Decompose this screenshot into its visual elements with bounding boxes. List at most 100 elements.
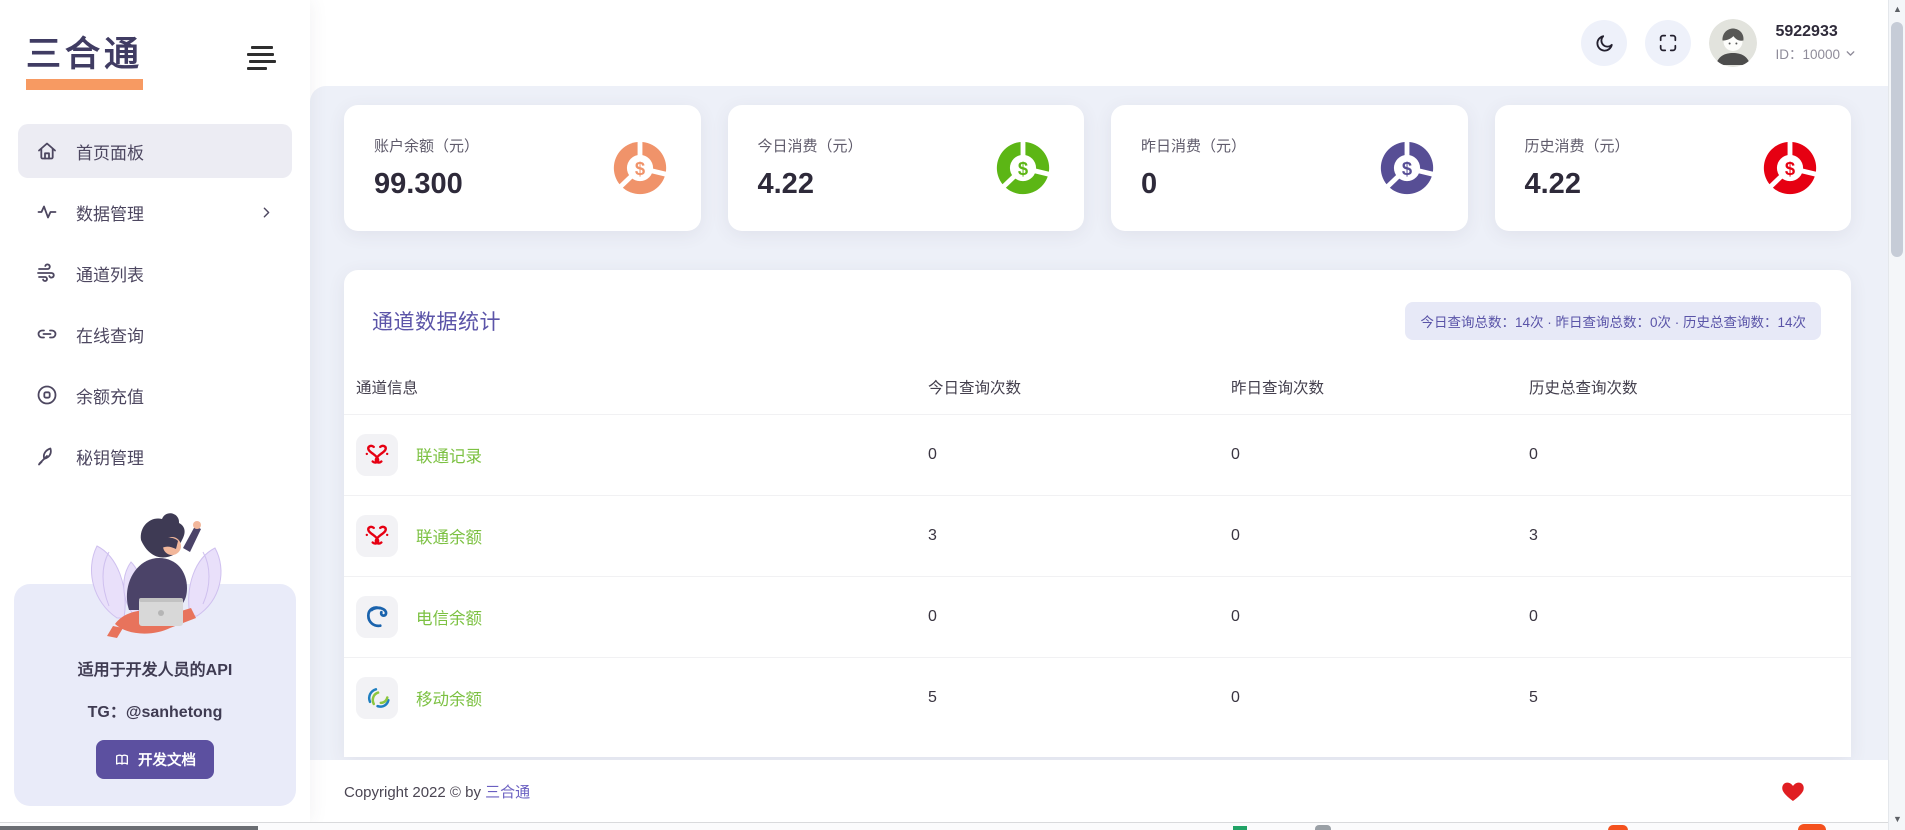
stat-cards-row: 账户余额（元） 99.300 $ 今日消费（元） 4.22 $ bbox=[344, 105, 1851, 231]
stat-card-label: 今日消费（元） bbox=[758, 135, 863, 156]
sidebar-item-key-management[interactable]: 秘钥管理 bbox=[18, 429, 292, 483]
stat-card-value: 0 bbox=[1141, 168, 1246, 201]
mobile-logo-icon bbox=[356, 677, 398, 719]
stat-card-yesterday-spend: 昨日消费（元） 0 $ bbox=[1111, 105, 1468, 231]
yesterday-count: 0 bbox=[1231, 689, 1529, 707]
sidebar-item-channel-list[interactable]: 通道列表 bbox=[18, 246, 292, 300]
stat-card-label: 历史消费（元） bbox=[1525, 135, 1630, 156]
total-count: 0 bbox=[1529, 608, 1851, 626]
panel-title: 通道数据统计 bbox=[372, 306, 501, 336]
chevron-right-icon bbox=[258, 204, 275, 221]
sidebar: 三合通 首页面板 数据管理 bbox=[0, 0, 310, 822]
footer-brand-link[interactable]: 三合通 bbox=[485, 784, 530, 801]
brand-logo[interactable]: 三合通 bbox=[26, 26, 143, 90]
sidebar-item-data-management[interactable]: 数据管理 bbox=[18, 185, 292, 239]
dev-docs-button-label: 开发文档 bbox=[138, 749, 196, 770]
sidebar-item-label: 首页面板 bbox=[76, 139, 144, 164]
donut-dollar-icon: $ bbox=[992, 137, 1054, 199]
stat-card-history-spend: 历史消费（元） 4.22 $ bbox=[1495, 105, 1852, 231]
today-count: 5 bbox=[928, 689, 1231, 707]
bottom-edge-strip bbox=[0, 822, 1888, 830]
table-row: 移动余额 5 0 5 bbox=[344, 657, 1851, 738]
copyright-text: Copyright 2022 © by 三合通 bbox=[344, 781, 530, 802]
sidebar-item-label: 秘钥管理 bbox=[76, 444, 144, 469]
promo-illustration bbox=[55, 506, 255, 656]
today-count: 0 bbox=[928, 608, 1231, 626]
stat-card-value: 4.22 bbox=[1525, 168, 1630, 201]
scroll-up-arrow[interactable]: ▲ bbox=[1889, 4, 1905, 14]
table-row: 联通记录 0 0 0 bbox=[344, 414, 1851, 495]
sidebar-item-label: 余额充值 bbox=[76, 383, 144, 408]
channel-link-mobile-balance[interactable]: 移动余额 bbox=[356, 677, 928, 719]
svg-text:$: $ bbox=[634, 158, 644, 179]
channel-name: 电信余额 bbox=[416, 605, 482, 629]
today-count: 3 bbox=[928, 527, 1231, 545]
donut-dollar-icon: $ bbox=[1376, 137, 1438, 199]
content-area: 账户余额（元） 99.300 $ 今日消费（元） 4.22 $ bbox=[310, 86, 1905, 760]
disc-icon bbox=[35, 383, 59, 407]
bottom-peek-green bbox=[1233, 826, 1247, 830]
stat-card-value: 4.22 bbox=[758, 168, 863, 201]
bottom-peek-orange bbox=[1608, 825, 1628, 830]
svg-text:$: $ bbox=[1785, 158, 1795, 179]
sidebar-item-balance-recharge[interactable]: 余额充值 bbox=[18, 368, 292, 422]
col-header-yesterday-count: 昨日查询次数 bbox=[1231, 376, 1529, 398]
user-avatar[interactable] bbox=[1709, 19, 1757, 67]
vertical-scrollbar[interactable]: ▲ ▼ bbox=[1888, 0, 1905, 830]
col-header-total-count: 历史总查询次数 bbox=[1529, 376, 1851, 398]
table-row: 电信余额 0 0 0 bbox=[344, 576, 1851, 657]
activity-icon bbox=[35, 200, 59, 224]
sidebar-item-label: 通道列表 bbox=[76, 261, 144, 286]
menu-toggle-icon[interactable] bbox=[243, 42, 280, 74]
channel-name: 移动余额 bbox=[416, 686, 482, 710]
scroll-down-arrow[interactable]: ▼ bbox=[1889, 814, 1905, 824]
channel-name: 联通记录 bbox=[416, 443, 482, 467]
col-header-today-count: 今日查询次数 bbox=[928, 376, 1231, 398]
feather-icon bbox=[35, 444, 59, 468]
channel-link-unicom-records[interactable]: 联通记录 bbox=[356, 434, 928, 476]
col-header-channel-info: 通道信息 bbox=[356, 376, 928, 398]
svg-text:$: $ bbox=[1018, 158, 1028, 179]
moon-icon bbox=[1593, 32, 1616, 55]
total-count: 0 bbox=[1529, 446, 1851, 464]
home-icon bbox=[35, 139, 59, 163]
svg-text:$: $ bbox=[1401, 158, 1411, 179]
fullscreen-icon bbox=[1657, 32, 1679, 54]
sidebar-nav: 首页面板 数据管理 通道列表 在线查 bbox=[0, 124, 310, 483]
username: 5922933 bbox=[1775, 23, 1857, 41]
unicom-logo-icon bbox=[356, 515, 398, 557]
unicom-logo-icon bbox=[356, 434, 398, 476]
scrollbar-thumb[interactable] bbox=[1891, 22, 1903, 257]
bottom-peek-orange bbox=[1798, 824, 1826, 830]
yesterday-count: 0 bbox=[1231, 527, 1529, 545]
stat-card-account-balance: 账户余额（元） 99.300 $ bbox=[344, 105, 701, 231]
donut-dollar-icon: $ bbox=[1759, 137, 1821, 199]
user-menu[interactable]: 5922933 ID：10000 bbox=[1775, 23, 1857, 63]
developer-promo-card: 适用于开发人员的API TG：@sanhetong 开发文档 bbox=[14, 584, 296, 806]
channel-stats-panel: 通道数据统计 今日查询总数：14次 · 昨日查询总数：0次 · 历史总查询数：1… bbox=[344, 270, 1851, 757]
telecom-logo-icon bbox=[356, 596, 398, 638]
promo-text-line1: 适用于开发人员的API bbox=[14, 656, 296, 680]
yesterday-count: 0 bbox=[1231, 446, 1529, 464]
yesterday-count: 0 bbox=[1231, 608, 1529, 626]
heart-icon bbox=[1781, 780, 1805, 802]
dev-docs-button[interactable]: 开发文档 bbox=[96, 740, 214, 779]
fullscreen-button[interactable] bbox=[1645, 20, 1691, 66]
promo-text-line2: TG：@sanhetong bbox=[14, 698, 296, 722]
main-area: 5922933 ID：10000 账户余额（元） 99.300 bbox=[310, 0, 1905, 822]
table-header-row: 通道信息 今日查询次数 昨日查询次数 历史总查询次数 bbox=[344, 360, 1851, 414]
sidebar-item-home[interactable]: 首页面板 bbox=[18, 124, 292, 178]
channel-link-telecom-balance[interactable]: 电信余额 bbox=[356, 596, 928, 638]
user-id-label: ID：10000 bbox=[1775, 43, 1840, 63]
sidebar-item-online-query[interactable]: 在线查询 bbox=[18, 307, 292, 361]
query-totals-badge: 今日查询总数：14次 · 昨日查询总数：0次 · 历史总查询数：14次 bbox=[1405, 302, 1821, 340]
bottom-peek-gray bbox=[1315, 825, 1331, 830]
dark-mode-button[interactable] bbox=[1581, 20, 1627, 66]
link-icon bbox=[35, 322, 59, 346]
channel-link-unicom-balance[interactable]: 联通余额 bbox=[356, 515, 928, 557]
brand-logo-underline bbox=[26, 79, 143, 90]
sidebar-item-label: 数据管理 bbox=[76, 200, 144, 225]
stat-card-today-spend: 今日消费（元） 4.22 $ bbox=[728, 105, 1085, 231]
wind-icon bbox=[35, 261, 59, 285]
channel-table: 通道信息 今日查询次数 昨日查询次数 历史总查询次数 联通记录 0 bbox=[344, 360, 1851, 738]
